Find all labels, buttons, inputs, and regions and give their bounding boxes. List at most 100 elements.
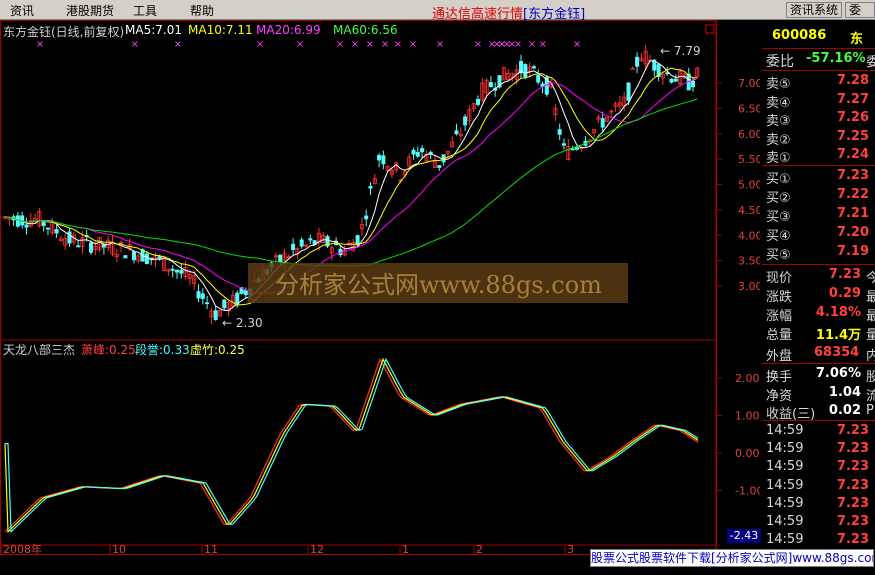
- tick-row: 14:59 7.23: [762, 514, 875, 532]
- sell-row-value: 7.28: [836, 73, 869, 88]
- buy-row-value: 7.20: [836, 225, 869, 240]
- indicator-tick-label: 2.00: [735, 372, 760, 385]
- tick-row: 14:59 7.23: [762, 496, 875, 514]
- buy-row: 买② 7.22: [762, 187, 875, 206]
- candle-body: [222, 299, 227, 309]
- candle-body: [574, 147, 579, 150]
- signal-mark: ×: [336, 39, 344, 50]
- candle-body: [157, 256, 162, 259]
- menu-hk-futures[interactable]: 港股期货: [66, 2, 114, 19]
- code-row: 600086 东: [762, 28, 875, 48]
- signal-mark: ×: [351, 39, 359, 50]
- menu-bar: 资讯 港股期货 工具 帮助 通达信高速行情[东方金钰] 资讯系统 委托: [0, 0, 875, 22]
- candle-body: [15, 215, 20, 227]
- x-tick-label: 2: [476, 543, 483, 555]
- waipan-row: 外盘 68354 内: [766, 345, 875, 364]
- price-tick-label: 5.00: [738, 179, 760, 192]
- candle-body: [673, 78, 678, 82]
- indicator-line-xuzhu: [4, 357, 699, 534]
- candle-body: [308, 238, 313, 241]
- indicator-l2: 段誉:0.33: [135, 343, 190, 357]
- candle-body: [536, 75, 541, 83]
- candle-body: [411, 149, 416, 155]
- stat-row-value: 0.29: [828, 286, 861, 301]
- candle-body: [213, 310, 218, 321]
- sell-row-value: 7.26: [836, 110, 869, 125]
- sell-row-value: 7.24: [836, 147, 869, 162]
- stat2-row-label: 净资: [766, 388, 793, 404]
- ma60-label: MA60:6.56: [333, 23, 398, 37]
- candle-body: [174, 269, 179, 273]
- stat2-row: 换手 7.06% 股: [762, 366, 875, 385]
- sell-row: 卖② 7.25: [762, 129, 875, 148]
- candle-body: [24, 224, 29, 228]
- stat2-row: 净资 1.04 流: [762, 385, 875, 404]
- ma20-label: MA20:6.99: [256, 23, 321, 37]
- candle-body: [420, 148, 425, 153]
- low-label: ← 2.30: [222, 316, 263, 330]
- menu-news[interactable]: 资讯: [10, 2, 34, 19]
- news-system-button[interactable]: 资讯系统: [786, 2, 843, 18]
- candle-body: [299, 239, 304, 247]
- candle-body: [570, 148, 575, 151]
- signal-mark: ×: [573, 39, 581, 50]
- candle-body: [454, 130, 459, 135]
- indicator-cursor-value: -2.43: [727, 529, 761, 543]
- tick-row-label: 14:59: [766, 423, 804, 438]
- price-tick-label: 3.50: [738, 255, 760, 268]
- price-tick-label: 4.00: [738, 229, 760, 242]
- stat-row-suffix: 最: [866, 309, 875, 324]
- signal-mark: ×: [256, 39, 264, 50]
- chart-title: 东方金钰(日线,前复权): [3, 25, 125, 39]
- indicator-line-duanyu: [5, 357, 699, 534]
- sell-row-label: 卖①: [766, 151, 791, 166]
- tick-row-label: 14:59: [766, 495, 804, 511]
- high-label: ← 7.79: [660, 44, 701, 58]
- trade-button[interactable]: 委托: [845, 2, 875, 18]
- stat-row-label: 涨幅: [766, 309, 793, 324]
- x-tick-label: 11: [204, 543, 218, 555]
- candle-body: [291, 243, 296, 250]
- price-tick-label: 5.50: [738, 153, 760, 166]
- buy-row: 买① 7.23: [762, 168, 875, 187]
- indicator-tick-label: -1.00: [735, 485, 760, 498]
- buy-row-label: 买②: [766, 191, 791, 206]
- footer-banner[interactable]: 股票公式股票软件下载[分析家公式网]www.88gs.com: [590, 549, 874, 567]
- x-tick-label: 10: [112, 543, 126, 555]
- signal-mark: ×: [514, 39, 522, 50]
- candle-body: [41, 221, 46, 226]
- stat-row: 涨跌 0.29 最: [762, 286, 875, 305]
- menu-tools[interactable]: 工具: [133, 2, 157, 19]
- buy-row-label: 买④: [766, 229, 791, 244]
- tick-row: 14:59 7.23: [762, 532, 875, 550]
- restore-icon[interactable]: [705, 24, 715, 34]
- tick-row: 14:59 7.23: [762, 423, 875, 441]
- buy-row-value: 7.22: [836, 187, 869, 202]
- stat-row-label: 现价: [766, 271, 793, 286]
- buy-row-value: 7.23: [836, 168, 869, 183]
- stat-row-label: 总量: [766, 328, 793, 343]
- signal-mark: ×: [366, 39, 374, 50]
- candle-body: [131, 251, 136, 261]
- indicator-line-xiaofeng: [4, 357, 699, 533]
- candle-body: [123, 255, 128, 259]
- tick-row: 14:59 7.23: [762, 478, 875, 496]
- buy-row-label: 买①: [766, 172, 791, 187]
- candle-body: [475, 98, 480, 105]
- stock-name: 东: [850, 32, 864, 47]
- candle-body: [665, 72, 670, 75]
- candle-body: [562, 143, 567, 146]
- quote-panel: 600086 东 委比 -57.16% 委 卖⑤ 7.28 卖④ 7.27 卖③ 7.26…: [762, 20, 875, 565]
- stat-row: 现价 7.23 今: [762, 267, 875, 286]
- menu-help[interactable]: 帮助: [190, 2, 214, 19]
- sell-row: 卖④ 7.27: [762, 92, 875, 111]
- tick-row-value: 7.23: [836, 459, 869, 475]
- price-chart[interactable]: 7.00 6.50 6.00 5.50 5.00 4.50 4.00 3.50 3.00 2.00…: [0, 20, 760, 555]
- signal-mark: ×: [474, 39, 482, 50]
- tick-row-value: 7.23: [836, 495, 869, 511]
- candle-body: [381, 155, 386, 165]
- stat2-row-suffix: 股: [866, 370, 875, 385]
- tick-row: 14:59 7.23: [762, 441, 875, 459]
- indicator-name: 天龙八部三杰: [3, 343, 76, 357]
- buy-row: 买⑤ 7.19: [762, 244, 875, 263]
